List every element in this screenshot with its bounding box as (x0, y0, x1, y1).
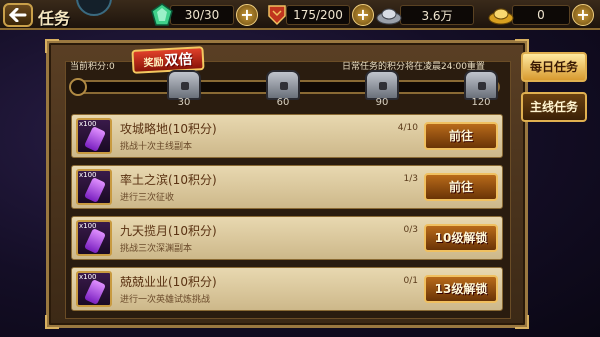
milestone-label: 120 (471, 97, 491, 108)
task-description: 挑战十次主线副本 (120, 142, 193, 152)
badge-big-text: 双倍 (164, 51, 193, 70)
task-row: x100 九天揽月(10积分) 挑战三次深渊副本 0/3 10级解锁 (71, 216, 503, 260)
reward-item-icon: x100 (76, 118, 112, 154)
silver-value: 3.6万 (400, 5, 474, 25)
task-name: 九天揽月(10积分) (120, 224, 217, 238)
task-name: 率土之滨(10积分) (120, 173, 217, 187)
reset-note: 日常任务的积分将在凌晨24:00重置 (342, 62, 485, 72)
purple-gem-icon (84, 177, 106, 203)
green-crystal-icon (151, 3, 173, 26)
milestone-label: 60 (276, 97, 290, 108)
task-name: 兢兢业业(10积分) (120, 275, 217, 289)
stamina-value: 30/30 (170, 5, 234, 25)
progress-start-cap (69, 78, 87, 96)
reward-quantity: x100 (79, 171, 97, 179)
task-row: x100 兢兢业业(10积分) 进行一次英雄试炼挑战 0/1 13级解锁 (71, 267, 503, 311)
purple-gem-icon (84, 279, 106, 305)
purple-gem-icon (84, 228, 106, 254)
task-name: 攻城略地(10积分) (120, 122, 217, 136)
honor-resource: 175/200 + (266, 3, 374, 27)
reward-quantity: x100 (79, 222, 97, 230)
reward-quantity: x100 (79, 273, 97, 281)
reward-chest-30[interactable] (167, 70, 201, 100)
badge-small-text: 奖励 (143, 56, 164, 69)
current-score-label: 当前积分:0 (70, 62, 115, 72)
task-row: x100 率土之滨(10积分) 进行三次征收 1/3 前往 (71, 165, 503, 209)
milestone-label: 90 (375, 97, 389, 108)
avatar (76, 0, 112, 16)
red-emblem-icon (268, 5, 286, 26)
add-stamina-button[interactable]: + (236, 4, 258, 26)
unlock-level-13-button[interactable]: 13级解锁 (424, 275, 498, 303)
task-description: 进行一次英雄试炼挑战 (120, 295, 211, 305)
task-row: x100 攻城略地(10积分) 挑战十次主线副本 4/10 前往 (71, 114, 503, 158)
panel-corner (515, 39, 529, 53)
task-progress: 4/10 (397, 123, 418, 133)
unlock-level-10-button[interactable]: 10级解锁 (424, 224, 498, 252)
reward-item-icon: x100 (76, 220, 112, 256)
task-progress: 0/3 (403, 225, 418, 235)
gold-ingot-icon (488, 8, 514, 25)
panel-corner (515, 315, 529, 329)
go-button[interactable]: 前往 (424, 173, 498, 201)
task-progress: 1/3 (403, 174, 418, 184)
tab-daily-tasks[interactable]: 每日任务 (521, 52, 587, 82)
purple-gem-icon (84, 126, 106, 152)
milestone-label: 30 (177, 97, 191, 108)
silver-ingot-icon (376, 8, 402, 25)
task-description: 挑战三次深渊副本 (120, 244, 193, 254)
reward-chest-60[interactable] (266, 70, 300, 100)
back-button[interactable] (3, 3, 33, 27)
stamina-resource: 30/30 + (150, 3, 258, 27)
go-button[interactable]: 前往 (424, 122, 498, 150)
add-gold-button[interactable]: + (572, 4, 594, 26)
task-description: 进行三次征收 (120, 193, 175, 203)
honor-value: 175/200 (286, 5, 350, 25)
reward-item-icon: x100 (76, 271, 112, 307)
gold-value: 0 (512, 5, 570, 25)
page-title: 任务 (38, 9, 71, 28)
reward-quantity: x100 (79, 120, 97, 128)
silver-resource: 3.6万 (376, 3, 474, 27)
reward-chest-120[interactable] (464, 70, 498, 100)
top-bar: 任务 30/30 + 175/200 + 3.6万 0 + (0, 0, 600, 30)
back-arrow-icon (9, 8, 27, 22)
task-progress: 0/1 (403, 276, 418, 286)
add-honor-button[interactable]: + (352, 4, 374, 26)
panel-corner (45, 39, 59, 53)
reward-chest-90[interactable] (365, 70, 399, 100)
panel-corner (45, 315, 59, 329)
gold-resource: 0 + (488, 3, 594, 27)
reward-item-icon: x100 (76, 169, 112, 205)
tab-main-tasks[interactable]: 主线任务 (521, 92, 587, 122)
